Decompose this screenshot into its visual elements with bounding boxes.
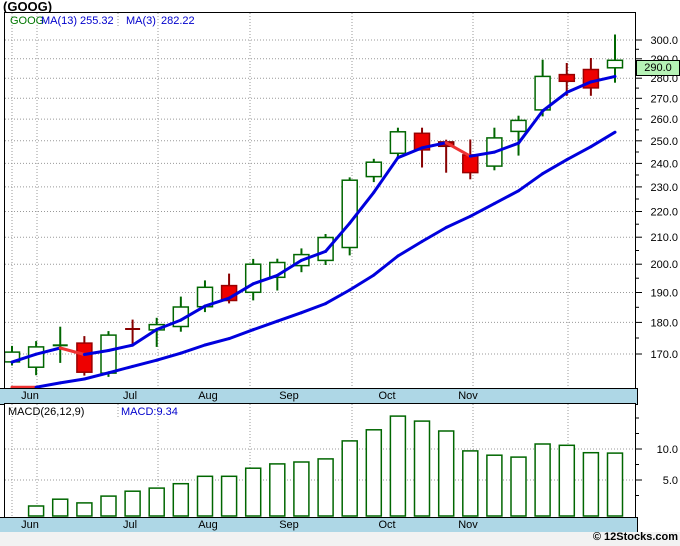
month-label-jun: Jun [21,390,39,402]
svg-text:240.0: 240.0 [650,158,678,170]
svg-text:220.0: 220.0 [650,207,678,219]
macd-value-label: MACD:9.34 [121,406,178,418]
month-label-oct: Oct [378,519,396,531]
svg-text:180.0: 180.0 [650,317,678,329]
month-label-nov: Nov [458,390,478,402]
svg-text:210.0: 210.0 [650,232,678,244]
svg-text:250.0: 250.0 [650,136,678,148]
svg-text:5.0: 5.0 [663,475,678,487]
symbol-label: GOOG [10,15,45,27]
svg-text:170.0: 170.0 [650,349,678,361]
month-label-jul: Jul [122,519,138,531]
svg-text:300.0: 300.0 [650,35,678,47]
month-label-aug: Aug [198,519,218,531]
candlestick-canvas [5,13,635,388]
svg-text:10.0: 10.0 [657,444,678,456]
stock-chart-page: { "header": { "title": "(GOOG)" }, "lege… [0,0,680,546]
main-chart-legend: GOOG MA(13) 255.32 MA(3) 282.22 [0,15,632,28]
footer-strip [0,532,680,546]
month-label-jun: Jun [21,519,39,531]
month-label-aug: Aug [198,390,218,402]
macd-value-axis: 5.0 10.0 [635,417,678,496]
macd-params-label: MACD(26,12,9) [8,406,85,418]
ma13-label: MA(13) [41,15,78,27]
ma13-value: 255.32 [80,15,114,27]
svg-text:270.0: 270.0 [650,93,678,105]
month-label-sep: Sep [279,390,299,402]
svg-text:260.0: 260.0 [650,114,678,126]
svg-text:230.0: 230.0 [650,182,678,194]
month-label-nov: Nov [458,519,478,531]
macd-panel [4,403,636,518]
current-price-tag: 290.0 [636,60,680,76]
main-price-chart [4,12,636,389]
month-label-oct: Oct [378,390,396,402]
site-credit-link[interactable]: © 12Stocks.com [593,531,678,543]
svg-text:200.0: 200.0 [650,259,678,271]
ma3-value: 282.22 [161,15,195,27]
month-label-sep: Sep [279,519,299,531]
macd-legend: MACD(26,12,9) MACD:9.34 [0,406,632,419]
svg-text:190.0: 190.0 [650,288,678,300]
month-label-jul: Jul [122,390,138,402]
macd-canvas [5,404,635,517]
ma3-label: MA(3) [126,15,156,27]
